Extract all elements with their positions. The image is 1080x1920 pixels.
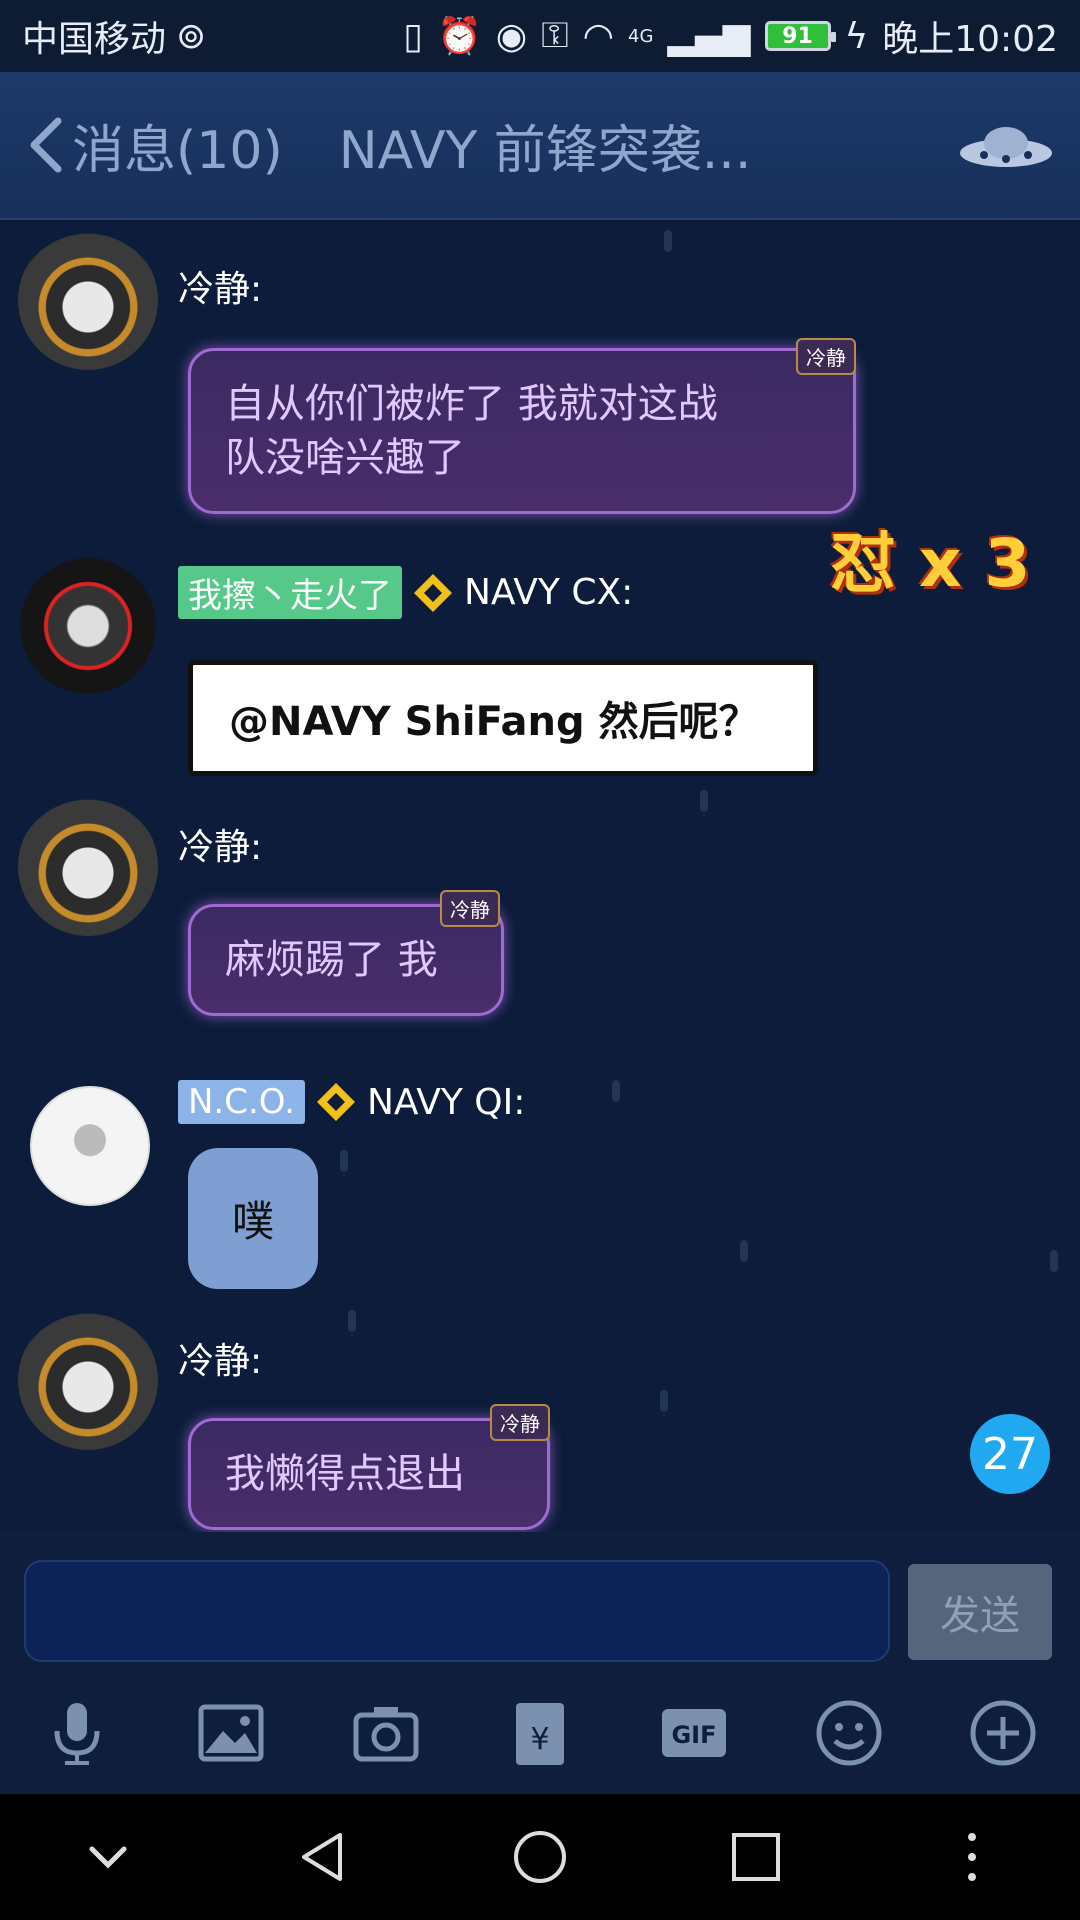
background-sparkle — [348, 1310, 356, 1332]
sender-label: 冷静: — [178, 269, 263, 310]
message-bubble[interactable]: 自从你们被炸了 我就对这战 队没啥兴趣了 — [188, 348, 856, 514]
sender-label: 冷静: — [178, 827, 263, 868]
eye-icon: ◉ — [495, 15, 528, 57]
title-tag: 我擦丶走火了 — [178, 566, 402, 619]
avatar[interactable] — [18, 230, 158, 370]
sender-name: N.C.O. NAVY QI: — [178, 1080, 525, 1124]
image-button[interactable] — [191, 1693, 271, 1773]
camera-button[interactable] — [346, 1693, 426, 1773]
background-sparkle — [1050, 1250, 1058, 1272]
back-nav-icon[interactable] — [294, 1827, 354, 1887]
message-text: 麻烦踢了 我 — [225, 937, 438, 983]
diamond-icon — [414, 573, 452, 612]
wifi-icon: ◠ — [582, 15, 615, 57]
chat-title: NAVY 前锋突袭... — [338, 120, 752, 181]
carrier-label: 中国移动 — [22, 19, 167, 60]
sender-name: 冷静: — [178, 1332, 262, 1384]
back-label: 消息(10) — [72, 120, 283, 181]
background-sparkle — [340, 1150, 348, 1172]
chevron-left-icon — [30, 117, 62, 173]
sender-name: 冷静: — [178, 260, 262, 312]
battery-icon: 91 — [764, 21, 836, 51]
background-sparkle — [700, 790, 708, 812]
message-text: @NAVY ShiFang 然后呢？ — [229, 699, 759, 745]
message-text: 自从你们被炸了 我就对这战 — [225, 381, 718, 427]
message-bubble[interactable]: 噗 — [188, 1148, 319, 1289]
more-button[interactable] — [963, 1693, 1043, 1773]
avatar[interactable] — [18, 556, 158, 696]
sender-label: NAVY QI: — [366, 1081, 526, 1123]
key-icon: ⚿ — [541, 15, 569, 56]
navigation-bar — [0, 1794, 1080, 1920]
sender-label: NAVY CX: — [464, 572, 634, 613]
input-bar: 发送 — [0, 1532, 1080, 1672]
gif-icon: GIF — [662, 1709, 727, 1757]
battery-level: 91 — [782, 23, 813, 49]
background-sparkle — [740, 1240, 748, 1262]
image-icon — [198, 1704, 264, 1762]
home-nav-icon[interactable] — [510, 1827, 570, 1887]
unread-count-badge[interactable]: 27 — [970, 1414, 1050, 1494]
message-bubble[interactable]: @NAVY ShiFang 然后呢？ — [188, 660, 818, 776]
title-bar: 消息(10) NAVY 前锋突袭... — [0, 72, 1080, 220]
status-bar: 中国移动 ⊚ ▯ ⏰ ◉ ⚿ ◠ 4G ▂▄▆ 91 ϟ 晚上10:02 — [0, 0, 1080, 72]
plus-circle-icon — [970, 1700, 1036, 1766]
sender-name: 冷静: — [178, 818, 262, 870]
chat-area[interactable]: 冷静: 自从你们被炸了 我就对这战 队没啥兴趣了 冷静 怼 x 3 我擦丶走火了… — [0, 220, 1080, 1532]
recent-apps-icon[interactable] — [726, 1827, 786, 1887]
voice-button[interactable] — [37, 1693, 117, 1773]
title-tag: N.C.O. — [178, 1080, 305, 1124]
back-button[interactable]: 消息(10) — [24, 108, 283, 183]
avatar[interactable] — [30, 1086, 150, 1206]
red-packet-button[interactable]: ¥ — [500, 1693, 580, 1773]
network-label: 4G — [628, 25, 654, 47]
sticker-emoji: 怼 x 3 — [830, 525, 1031, 602]
signal-icon: ▂▄▆ — [667, 15, 751, 57]
hotspot-icon: ⊚ — [176, 15, 207, 57]
message-text: 噗 — [232, 1197, 275, 1246]
camera-icon — [353, 1707, 419, 1762]
bubble-badge: 冷静 — [796, 338, 856, 375]
microphone-icon — [54, 1703, 100, 1765]
diamond-icon — [316, 1083, 355, 1121]
chevron-down-icon[interactable] — [78, 1827, 138, 1887]
message-text: 我懒得点退出 — [225, 1451, 465, 1497]
emoji-button[interactable] — [809, 1693, 889, 1773]
more-vertical-icon[interactable] — [942, 1827, 1002, 1887]
bubble-badge: 冷静 — [440, 890, 500, 927]
vibrate-icon: ▯ — [403, 15, 423, 57]
alarm-icon: ⏰ — [436, 16, 482, 57]
message-text: 队没啥兴趣了 — [225, 435, 465, 481]
background-sparkle — [664, 230, 672, 252]
sender-name: 我擦丶走火了 NAVY CX: — [178, 566, 633, 619]
red-packet-icon: ¥ — [515, 1703, 564, 1765]
ufo-icon[interactable] — [956, 113, 1056, 177]
bubble-badge: 冷静 — [490, 1404, 550, 1441]
background-sparkle — [660, 1390, 668, 1412]
charging-icon: ϟ — [844, 15, 869, 57]
svg-text:¥: ¥ — [530, 1722, 549, 1757]
avatar[interactable] — [18, 796, 158, 936]
background-sparkle — [612, 1080, 620, 1102]
smiley-icon — [816, 1700, 882, 1766]
gif-label: GIF — [672, 1721, 717, 1749]
message-input[interactable] — [24, 1560, 890, 1662]
avatar[interactable] — [18, 1310, 158, 1450]
clock: 晚上10:02 — [882, 19, 1058, 60]
gif-button[interactable]: GIF — [654, 1693, 734, 1773]
input-toolbar: ¥ GIF — [0, 1672, 1080, 1794]
sender-label: 冷静: — [178, 1341, 263, 1382]
send-button[interactable]: 发送 — [908, 1564, 1052, 1660]
